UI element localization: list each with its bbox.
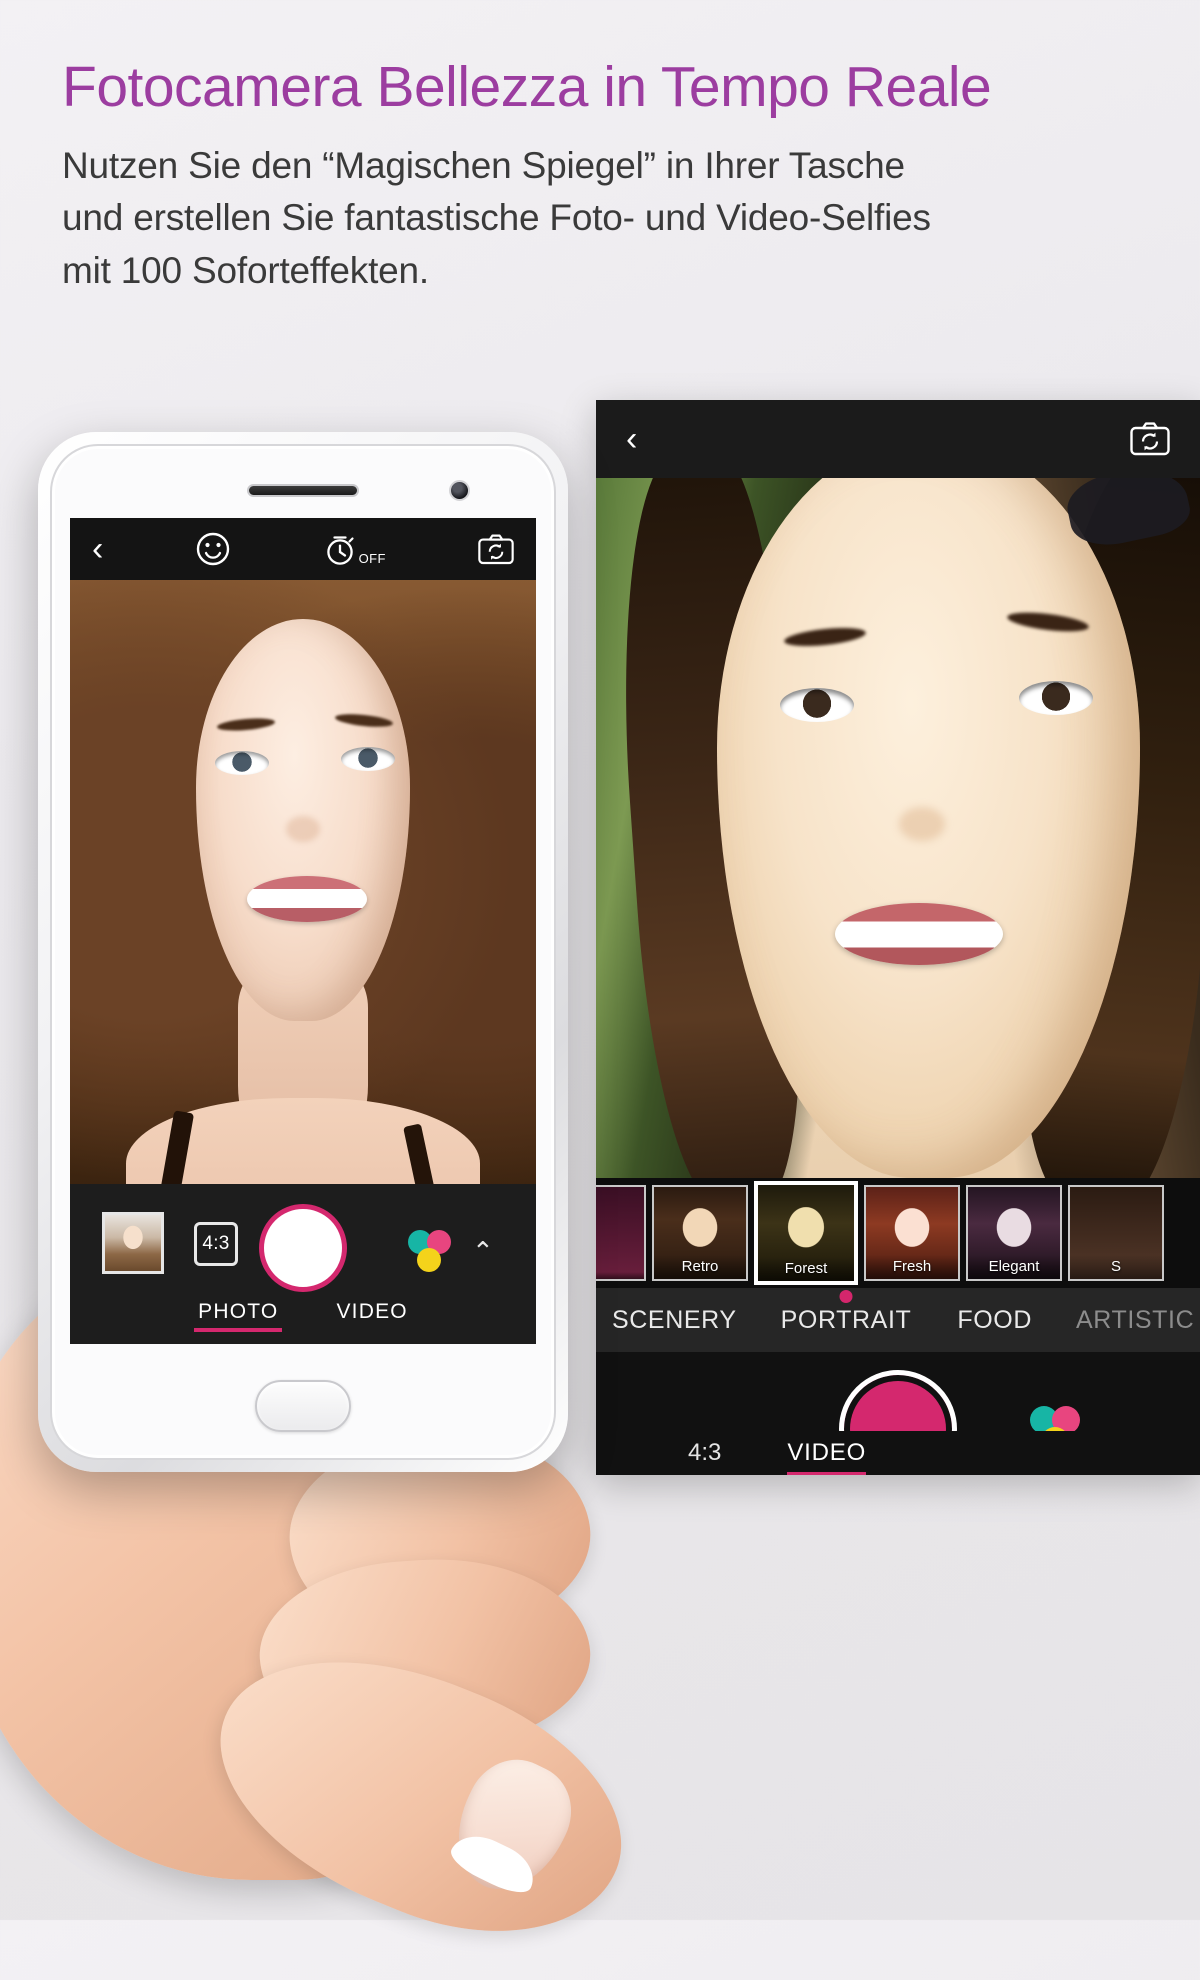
filter-label: Fresh <box>866 1255 958 1279</box>
filter-thumb-fresh[interactable]: Fresh <box>864 1185 960 1281</box>
eyebrow-right <box>1006 609 1090 636</box>
home-button[interactable] <box>255 1380 351 1432</box>
back-phone-topbar: ‹ <box>596 400 1200 478</box>
filter-thumb-partial[interactable]: S <box>1068 1185 1164 1281</box>
gallery-thumbnail[interactable] <box>102 1212 164 1274</box>
back-phone-mode-tabs[interactable]: 4:3 VIDEO <box>596 1431 1200 1475</box>
back-phone-controls: ⌄ 4:3 VIDEO <box>596 1352 1200 1475</box>
chevron-up-icon[interactable]: ⌄ <box>472 1234 494 1265</box>
promo-header: Fotocamera Bellezza in Tempo Reale Nutze… <box>62 55 1162 298</box>
mode-video[interactable]: VIDEO <box>787 1439 866 1475</box>
nose <box>898 807 945 841</box>
back-phone-screen: ‹ Retro Forest Fresh Elegant S SCENERY P… <box>596 400 1200 1475</box>
filter-label <box>596 1272 644 1279</box>
front-phone-mode-tabs[interactable]: PHOTO VIDEO <box>70 1300 536 1332</box>
filter-strip[interactable]: Retro Forest Fresh Elegant S <box>596 1178 1200 1288</box>
front-phone-body: ‹ OFF 4:3 ⌄ PHOTO VIDEO <box>50 444 556 1460</box>
mode-video[interactable]: VIDEO <box>336 1300 407 1332</box>
timer-icon[interactable]: OFF <box>324 532 386 566</box>
fingernail <box>436 1743 588 1909</box>
front-phone-topbar: ‹ OFF <box>70 518 536 580</box>
earpiece-speaker <box>247 484 359 497</box>
page-title: Fotocamera Bellezza in Tempo Reale <box>62 55 992 119</box>
front-phone-viewfinder <box>70 580 536 1228</box>
ring-finger <box>253 1548 597 1762</box>
back-phone-viewfinder <box>596 478 1200 1178</box>
front-phone-mockup: ‹ OFF 4:3 ⌄ PHOTO VIDEO <box>38 432 568 1472</box>
mouth <box>247 875 368 922</box>
filter-thumb[interactable] <box>596 1185 646 1281</box>
filter-thumb-forest[interactable]: Forest <box>754 1181 858 1285</box>
tab-portrait[interactable]: PORTRAIT <box>780 1289 912 1335</box>
subtitle-line-3: mit 100 Soforteffekten. <box>62 249 429 291</box>
nose <box>285 815 320 842</box>
wheel-dot-yellow <box>417 1248 441 1272</box>
filter-label: S <box>1070 1255 1162 1279</box>
switch-camera-icon[interactable] <box>1130 422 1170 456</box>
eye-left <box>215 751 270 776</box>
filter-label: Elegant <box>968 1255 1060 1279</box>
page-subtitle: Nutzen Sie den “Magischen Spiegel” in Ih… <box>62 140 1162 298</box>
filter-label: Retro <box>654 1255 746 1279</box>
tab-portrait-label: PORTRAIT <box>780 1305 912 1334</box>
tab-artistic[interactable]: ARTISTIC <box>1076 1306 1194 1335</box>
aspect-ratio-button[interactable]: 4:3 <box>194 1222 238 1266</box>
mode-photo[interactable]: PHOTO <box>194 1300 283 1332</box>
back-icon[interactable]: ‹ <box>92 532 103 566</box>
filter-preview <box>596 1187 644 1279</box>
active-tab-dot <box>839 1289 853 1303</box>
smiley-face-icon[interactable] <box>195 531 231 567</box>
eyebrow-left <box>783 624 868 650</box>
subtitle-line-1: Nutzen Sie den “Magischen Spiegel” in Ih… <box>62 144 905 186</box>
thumb <box>182 1609 658 1980</box>
filter-thumb-retro[interactable]: Retro <box>652 1185 748 1281</box>
tab-food[interactable]: FOOD <box>957 1306 1032 1335</box>
eye-right <box>341 747 396 772</box>
eye-right <box>1019 680 1094 715</box>
gallery-preview <box>105 1215 161 1271</box>
eye-left <box>780 688 855 723</box>
switch-camera-icon[interactable] <box>478 534 514 565</box>
filter-label: Forest <box>758 1257 854 1281</box>
eyebrow-right <box>334 712 394 730</box>
filter-category-tabs[interactable]: SCENERY PORTRAIT FOOD ARTISTIC <box>596 1288 1200 1352</box>
subtitle-line-2: und erstellen Sie fantastische Foto- und… <box>62 197 931 239</box>
back-phone-mockup: ‹ Retro Forest Fresh Elegant S SCENERY P… <box>596 400 1200 1475</box>
tab-scenery[interactable]: SCENERY <box>612 1306 737 1335</box>
filter-thumb-elegant[interactable]: Elegant <box>966 1185 1062 1281</box>
eyebrow-left <box>216 716 276 733</box>
shutter-button[interactable] <box>259 1204 347 1292</box>
front-camera-lens <box>449 480 470 501</box>
front-phone-bottombar: 4:3 ⌄ PHOTO VIDEO <box>70 1184 536 1344</box>
back-icon[interactable]: ‹ <box>626 422 637 456</box>
mouth <box>835 903 1004 966</box>
ratio-label[interactable]: 4:3 <box>688 1439 721 1467</box>
color-wheel-icon[interactable] <box>408 1230 458 1276</box>
timer-state-label: OFF <box>358 551 386 566</box>
front-phone-screen: ‹ OFF 4:3 ⌄ PHOTO VIDEO <box>70 518 536 1344</box>
